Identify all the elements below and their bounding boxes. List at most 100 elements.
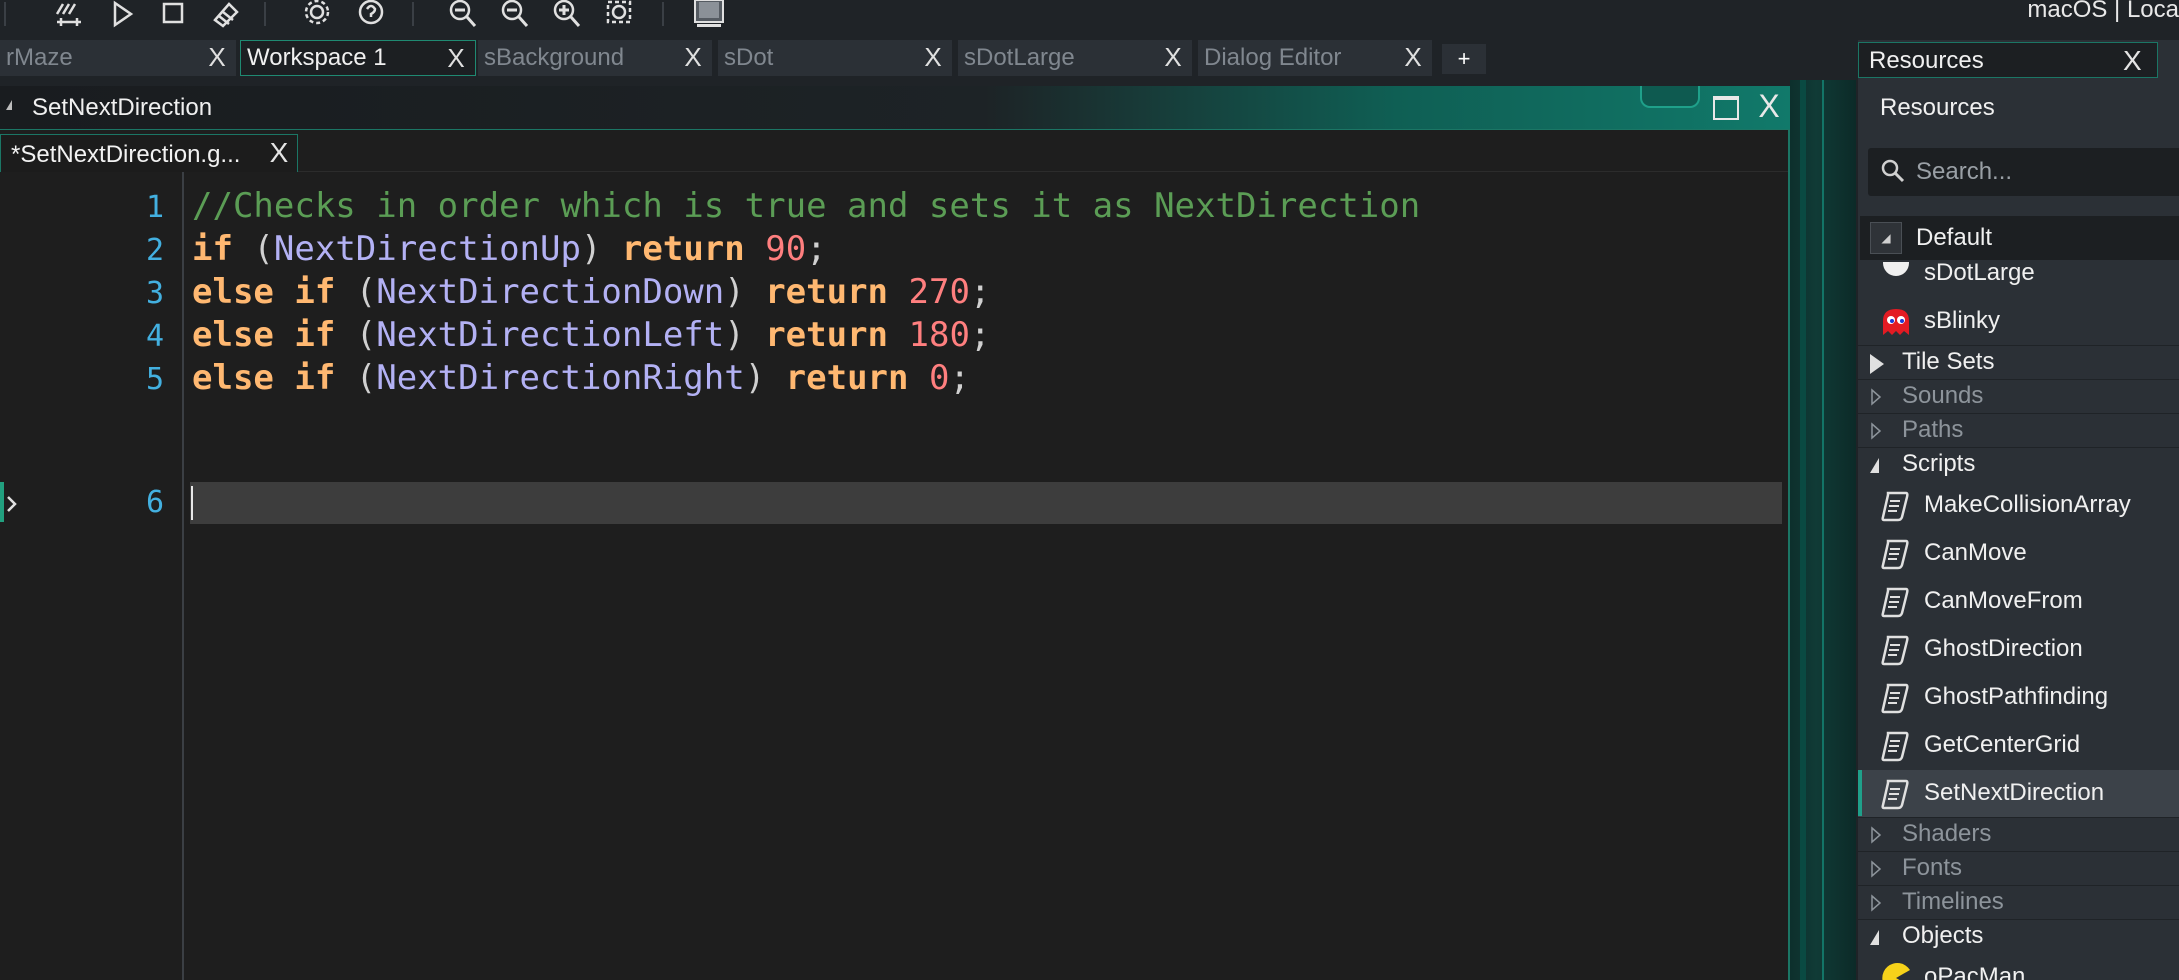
code-token-punc: ; bbox=[806, 229, 827, 269]
tree-label: CanMove bbox=[1924, 539, 2027, 566]
code-token-punc: ) bbox=[724, 315, 766, 355]
close-icon[interactable]: X bbox=[204, 44, 230, 70]
code-token-kw: if bbox=[192, 229, 233, 269]
tab-workspace-1[interactable]: Workspace 1 X bbox=[240, 40, 476, 76]
monitor-button[interactable] bbox=[688, 0, 730, 28]
file-tab-setnextdirection[interactable]: *SetNextDirection.g... X bbox=[0, 134, 298, 172]
close-icon[interactable]: X bbox=[680, 44, 706, 70]
resource-search-input[interactable]: Search... bbox=[1868, 148, 2179, 196]
empty-folder-arrow-icon[interactable] bbox=[1870, 422, 1882, 440]
zoom-out-more-button[interactable] bbox=[494, 0, 536, 28]
empty-folder-arrow-icon[interactable] bbox=[1870, 860, 1882, 878]
code-token-kw: return bbox=[765, 315, 889, 355]
tab-resources[interactable]: Resources X bbox=[1858, 42, 2158, 78]
tree-item-canmove[interactable]: CanMove bbox=[1858, 530, 2179, 578]
filter-icon: ◢ bbox=[1870, 222, 1902, 254]
clean-button[interactable] bbox=[204, 0, 246, 28]
code-line[interactable]: if (NextDirectionUp) return 90; bbox=[192, 229, 827, 269]
close-icon[interactable]: X bbox=[1160, 44, 1186, 70]
code-token-var: NextDirectionRight bbox=[376, 358, 745, 398]
code-token-com: //Checks in order which is true and sets… bbox=[192, 186, 1421, 226]
tree-item-getcentergrid[interactable]: GetCenterGrid bbox=[1858, 722, 2179, 770]
code-token-num: 0 bbox=[928, 358, 950, 398]
text-cursor bbox=[191, 486, 193, 520]
close-icon[interactable]: X bbox=[265, 139, 293, 167]
resource-filter-dropdown[interactable]: ◢ Default bbox=[1860, 216, 2179, 260]
code-token-punc bbox=[745, 229, 765, 269]
tree-label: SetNextDirection bbox=[1924, 779, 2105, 806]
tree-folder-tile-sets[interactable]: Tile Sets bbox=[1858, 346, 2179, 380]
tree-folder-fonts[interactable]: Fonts bbox=[1858, 852, 2179, 886]
tab-label: rMaze bbox=[6, 44, 73, 71]
workspace-background-stripe bbox=[1800, 80, 1806, 980]
tree-item-opacman[interactable]: oPacMan bbox=[1858, 954, 2179, 980]
tree-separator bbox=[1858, 447, 2179, 448]
code-line[interactable]: else if (NextDirectionLeft) return 180; bbox=[192, 315, 990, 355]
zoom-in-button[interactable] bbox=[546, 0, 588, 28]
tab-sbackground[interactable]: sBackground X bbox=[478, 40, 714, 76]
close-icon[interactable]: X bbox=[1752, 88, 1786, 124]
stop-button[interactable] bbox=[152, 0, 194, 28]
tree-label: Sounds bbox=[1902, 382, 1984, 409]
build-clean-button[interactable] bbox=[48, 0, 90, 28]
tree-item-makecollisionarray[interactable]: MakeCollisionArray bbox=[1858, 482, 2179, 530]
collapse-arrow-icon[interactable] bbox=[1870, 930, 1879, 945]
zoom-out-button[interactable] bbox=[442, 0, 484, 28]
add-tab-button[interactable]: + bbox=[1442, 44, 1486, 74]
tree-folder-shaders[interactable]: Shaders bbox=[1858, 818, 2179, 852]
tree-item-sblinky[interactable]: sBlinky bbox=[1858, 298, 2179, 346]
tree-label: Scripts bbox=[1902, 450, 1976, 477]
empty-folder-arrow-icon[interactable] bbox=[1870, 388, 1882, 406]
close-icon[interactable]: X bbox=[443, 45, 469, 71]
close-icon[interactable]: X bbox=[920, 44, 946, 70]
settings-button[interactable] bbox=[296, 0, 338, 28]
tree-folder-scripts[interactable]: Scripts bbox=[1858, 448, 2179, 482]
code-line[interactable]: else if (NextDirectionRight) return 0; bbox=[192, 358, 970, 398]
code-token-num: 180 bbox=[908, 315, 970, 355]
tree-folder-timelines[interactable]: Timelines bbox=[1858, 886, 2179, 920]
collapse-arrow-icon[interactable] bbox=[1870, 458, 1879, 473]
code-line[interactable]: else if (NextDirectionDown) return 270; bbox=[192, 272, 990, 312]
tree-item-setnextdirection[interactable]: SetNextDirection bbox=[1858, 770, 2179, 818]
empty-folder-arrow-icon[interactable] bbox=[1870, 826, 1882, 844]
tree-label: Timelines bbox=[1902, 888, 2004, 915]
tree-item-ghostdirection[interactable]: GhostDirection bbox=[1858, 626, 2179, 674]
tree-separator bbox=[1858, 379, 2179, 380]
tab-overflow[interactable] bbox=[2162, 44, 2179, 78]
run-button[interactable] bbox=[100, 0, 142, 28]
code-token-punc bbox=[888, 315, 908, 355]
maximize-icon[interactable] bbox=[1713, 96, 1739, 120]
code-line[interactable]: //Checks in order which is true and sets… bbox=[192, 186, 1420, 226]
tab-sdotlarge[interactable]: sDotLarge X bbox=[958, 40, 1194, 76]
tree-separator bbox=[1858, 919, 2179, 920]
tree-item-sdotlarge[interactable]: sDotLarge bbox=[1858, 262, 2179, 298]
tree-folder-paths[interactable]: Paths bbox=[1858, 414, 2179, 448]
collapse-icon[interactable] bbox=[6, 100, 12, 110]
tab-label: sDot bbox=[724, 44, 774, 71]
code-token-punc: ; bbox=[969, 315, 991, 355]
help-button[interactable] bbox=[350, 0, 392, 28]
tree-item-canmovefrom[interactable]: CanMoveFrom bbox=[1858, 578, 2179, 626]
tab-sdot[interactable]: sDot X bbox=[718, 40, 954, 76]
window-drag-notch[interactable] bbox=[1640, 86, 1700, 108]
expand-arrow-icon[interactable] bbox=[1870, 354, 1884, 374]
empty-folder-arrow-icon[interactable] bbox=[1870, 894, 1882, 912]
tab-label: Dialog Editor bbox=[1204, 44, 1342, 71]
tree-item-ghostpathfinding[interactable]: GhostPathfinding bbox=[1858, 674, 2179, 722]
editor-title-bar[interactable]: SetNextDirection X bbox=[0, 86, 1790, 130]
zoom-fit-button[interactable] bbox=[598, 0, 640, 28]
tab-rmaze[interactable]: rMaze X bbox=[0, 40, 238, 76]
code-token-kw: return bbox=[621, 229, 745, 269]
sprite-dot-icon bbox=[1880, 262, 1912, 291]
code-token-kw: else if bbox=[192, 358, 336, 398]
script-icon bbox=[1880, 729, 1912, 763]
tab-dialog-editor[interactable]: Dialog Editor X bbox=[1198, 40, 1434, 76]
settings-icon bbox=[304, 0, 330, 25]
close-icon[interactable]: X bbox=[2123, 45, 2142, 77]
close-icon[interactable]: X bbox=[1400, 44, 1426, 70]
target-platform-label[interactable]: macOS | Loca bbox=[2027, 0, 2179, 24]
code-editor[interactable]: 1 2 3 4 5 6 //Checks in order which is t… bbox=[0, 172, 1788, 980]
resources-header: Resources bbox=[1858, 84, 2179, 136]
tree-folder-sounds[interactable]: Sounds bbox=[1858, 380, 2179, 414]
tree-folder-objects[interactable]: Objects bbox=[1858, 920, 2179, 954]
